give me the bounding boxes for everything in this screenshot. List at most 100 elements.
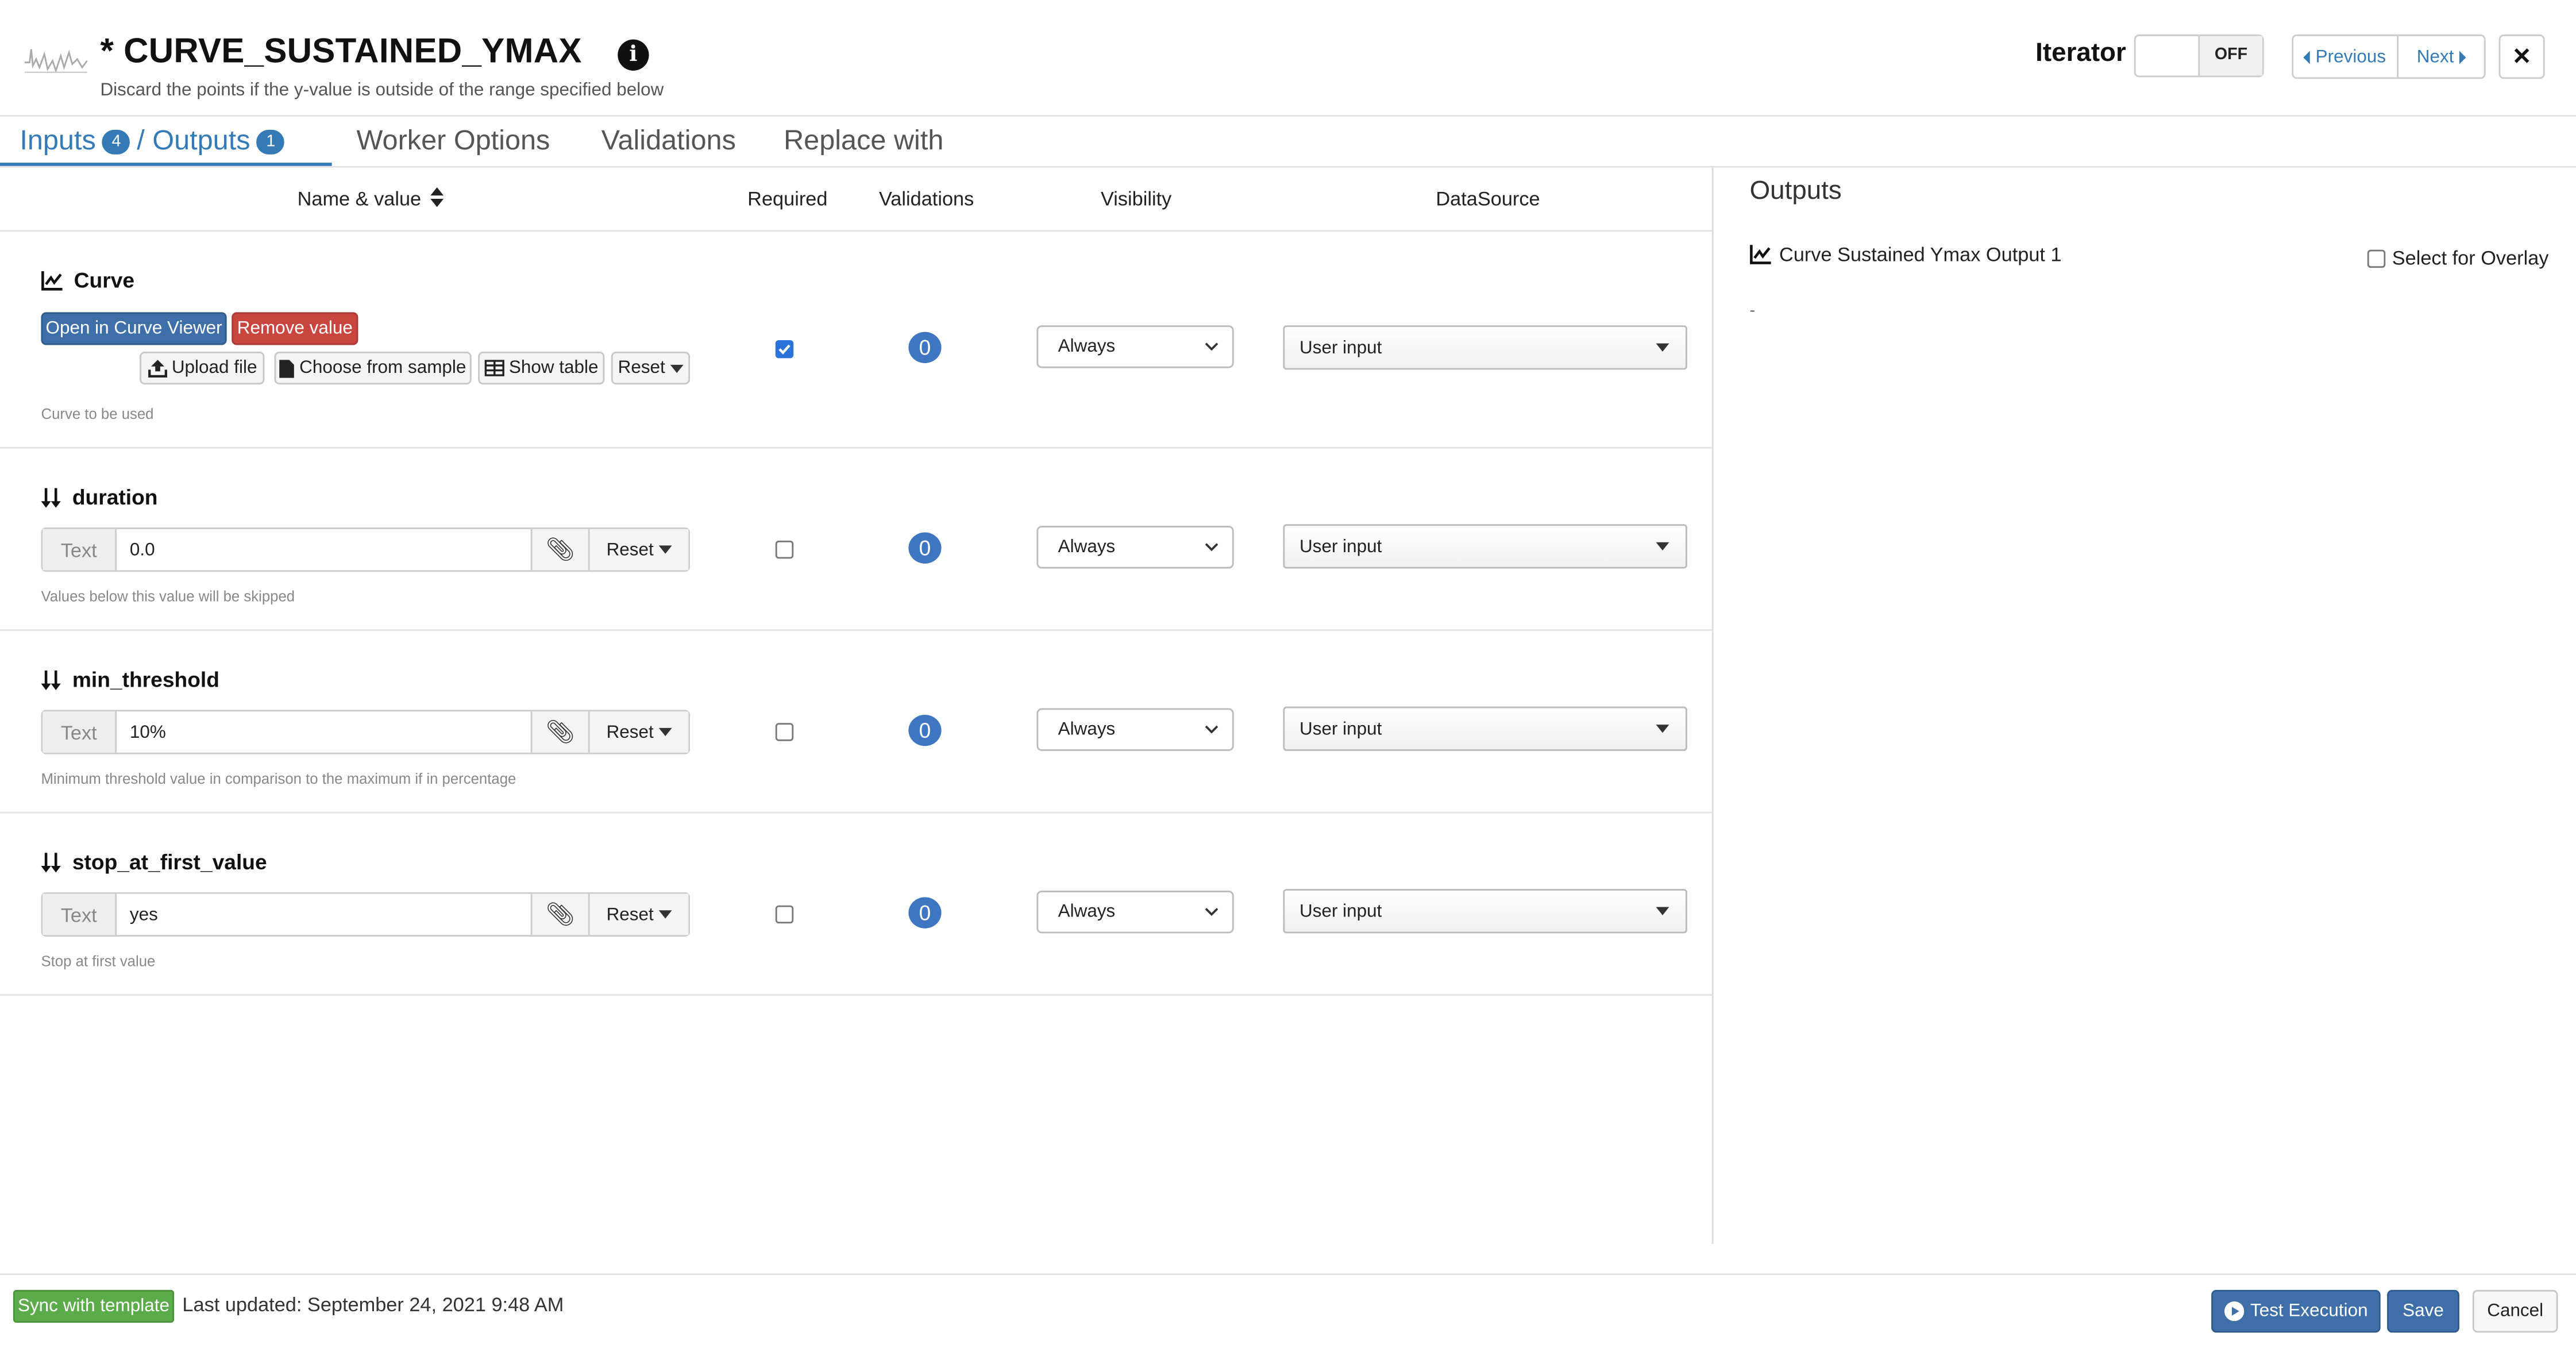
min-threshold-attach-button[interactable]: 📎︎	[530, 711, 588, 753]
stop-at-first-value-reset-label: Reset	[606, 904, 654, 925]
caret-down-icon	[658, 910, 672, 919]
stop-at-first-value-required-checkbox[interactable]	[775, 905, 794, 924]
show-table-button[interactable]: Show table	[478, 351, 605, 385]
curve-param-description: Curve to be used	[41, 406, 154, 422]
iterator-toggle[interactable]: OFF	[2134, 34, 2264, 78]
column-visibility: Visibility	[1100, 187, 1172, 211]
column-validations: Validations	[878, 187, 974, 211]
previous-button[interactable]: Previous	[2293, 36, 2398, 78]
sort-amount-icon	[41, 487, 61, 507]
stop-at-first-value-visibility-value: Always	[1058, 902, 1116, 922]
choose-from-sample-label: Choose from sample	[299, 358, 466, 378]
stop-at-first-value-param-name: stop_at_first_value	[72, 849, 267, 875]
duration-input-group: Text 0.0 📎︎ Reset	[41, 527, 691, 572]
tab-worker-options[interactable]: Worker Options	[357, 125, 550, 157]
curve-reset-label: Reset	[618, 358, 665, 378]
column-name-value[interactable]: Name & value	[298, 187, 444, 210]
stop-at-first-value-param-description: Stop at first value	[41, 953, 156, 970]
stop-at-first-value-validations-count[interactable]: 0	[908, 897, 942, 929]
open-curve-viewer-button[interactable]: Open in Curve Viewer	[41, 312, 227, 345]
caret-down-icon	[1656, 542, 1669, 550]
row-divider	[0, 811, 1712, 814]
stop-at-first-value-datasource-select[interactable]: User input	[1283, 889, 1687, 934]
column-required: Required	[747, 187, 828, 211]
upload-file-button[interactable]: Upload file	[140, 351, 265, 385]
column-datasource: DataSource	[1436, 187, 1540, 211]
tab-validations[interactable]: Validations	[601, 125, 736, 157]
curve-reset-dropdown[interactable]: Reset	[611, 351, 691, 385]
sort-amount-icon	[41, 669, 61, 690]
duration-attach-button[interactable]: 📎︎	[530, 529, 588, 571]
caret-down-icon	[1656, 725, 1669, 733]
caret-right-icon	[2459, 50, 2466, 64]
overlay-checkbox[interactable]	[2367, 249, 2386, 267]
duration-required-checkbox[interactable]	[775, 540, 794, 559]
min-threshold-input[interactable]: 10%	[117, 711, 531, 752]
close-icon: ✕	[2512, 43, 2532, 70]
test-execution-button[interactable]: Test Execution	[2211, 1289, 2381, 1333]
duration-datasource-select[interactable]: User input	[1283, 524, 1687, 569]
remove-value-button[interactable]: Remove value	[232, 312, 358, 345]
min-threshold-reset-label: Reset	[606, 722, 654, 742]
duration-type-addon: Text	[43, 529, 117, 571]
curve-param-title: Curve	[41, 268, 134, 292]
stop-at-first-value-datasource-value: User input	[1299, 901, 1382, 921]
table-icon	[484, 360, 504, 376]
stop-at-first-value-input[interactable]: yes	[117, 894, 531, 935]
caret-down-icon	[670, 364, 684, 372]
output-item[interactable]: Curve Sustained Ymax Output 1	[1750, 243, 2062, 266]
min-threshold-input-group: Text 10% 📎︎ Reset	[41, 710, 691, 754]
tab-replace-with[interactable]: Replace with	[784, 125, 943, 157]
outputs-panel-title: Outputs	[1749, 177, 1842, 206]
stop-at-first-value-attach-button[interactable]: 📎︎	[530, 893, 588, 935]
header-divider	[0, 115, 2576, 117]
tab-outputs-label: / Outputs	[137, 125, 250, 156]
select-for-overlay[interactable]: Select for Overlay	[2367, 247, 2548, 269]
chevron-down-icon	[1205, 342, 1218, 351]
min-threshold-reset-dropdown[interactable]: Reset	[588, 711, 689, 753]
caret-down-icon	[1656, 343, 1669, 352]
min-threshold-datasource-select[interactable]: User input	[1283, 706, 1687, 751]
choose-from-sample-button[interactable]: Choose from sample	[274, 351, 472, 385]
last-updated-text: Last updated: September 24, 2021 9:48 AM	[182, 1293, 564, 1316]
iterator-state: OFF	[2198, 36, 2262, 76]
duration-validations-count[interactable]: 0	[908, 532, 942, 564]
min-threshold-required-checkbox[interactable]	[775, 723, 794, 741]
curve-datasource-select[interactable]: User input	[1283, 325, 1687, 370]
stop-at-first-value-visibility-select[interactable]: Always	[1036, 890, 1234, 934]
curve-param-name: Curve	[74, 268, 135, 293]
column-name-value-label: Name & value	[297, 187, 422, 211]
footer-divider	[0, 1273, 2576, 1276]
cancel-button[interactable]: Cancel	[2472, 1289, 2558, 1333]
curve-visibility-select[interactable]: Always	[1036, 325, 1234, 368]
curve-required-checkbox[interactable]	[775, 340, 794, 359]
duration-reset-dropdown[interactable]: Reset	[588, 529, 689, 571]
curve-datasource-value: User input	[1299, 337, 1382, 357]
caret-down-icon	[658, 727, 672, 737]
sort-icon	[430, 187, 444, 207]
upload-icon	[147, 359, 167, 377]
upload-file-label: Upload file	[171, 358, 257, 378]
duration-param-title: duration	[41, 484, 158, 510]
save-button[interactable]: Save	[2387, 1289, 2459, 1333]
stop-at-first-value-input-group: Text yes 📎︎ Reset	[41, 892, 691, 937]
sync-with-template-button[interactable]: Sync with template	[13, 1289, 175, 1323]
info-icon[interactable]: i	[618, 39, 649, 71]
line-chart-icon	[41, 270, 63, 290]
stop-at-first-value-reset-dropdown[interactable]: Reset	[588, 893, 689, 935]
next-label: Next	[2416, 47, 2454, 67]
close-button[interactable]: ✕	[2498, 34, 2545, 79]
duration-visibility-select[interactable]: Always	[1036, 526, 1234, 569]
duration-input[interactable]: 0.0	[117, 529, 531, 570]
min-threshold-validations-count[interactable]: 0	[908, 714, 942, 746]
node-thumbnail-icon	[24, 49, 88, 74]
duration-param-name: duration	[72, 484, 158, 510]
min-threshold-visibility-value: Always	[1058, 719, 1116, 740]
next-button[interactable]: Next	[2398, 36, 2484, 77]
inputs-count-badge: 4	[102, 129, 130, 155]
min-threshold-visibility-select[interactable]: Always	[1036, 708, 1234, 751]
curve-validations-count[interactable]: 0	[908, 332, 942, 363]
tab-inputs-label: Inputs	[20, 125, 96, 156]
duration-visibility-value: Always	[1058, 537, 1116, 557]
tab-inputs-outputs[interactable]: Inputs 4 / Outputs 1	[20, 125, 291, 157]
